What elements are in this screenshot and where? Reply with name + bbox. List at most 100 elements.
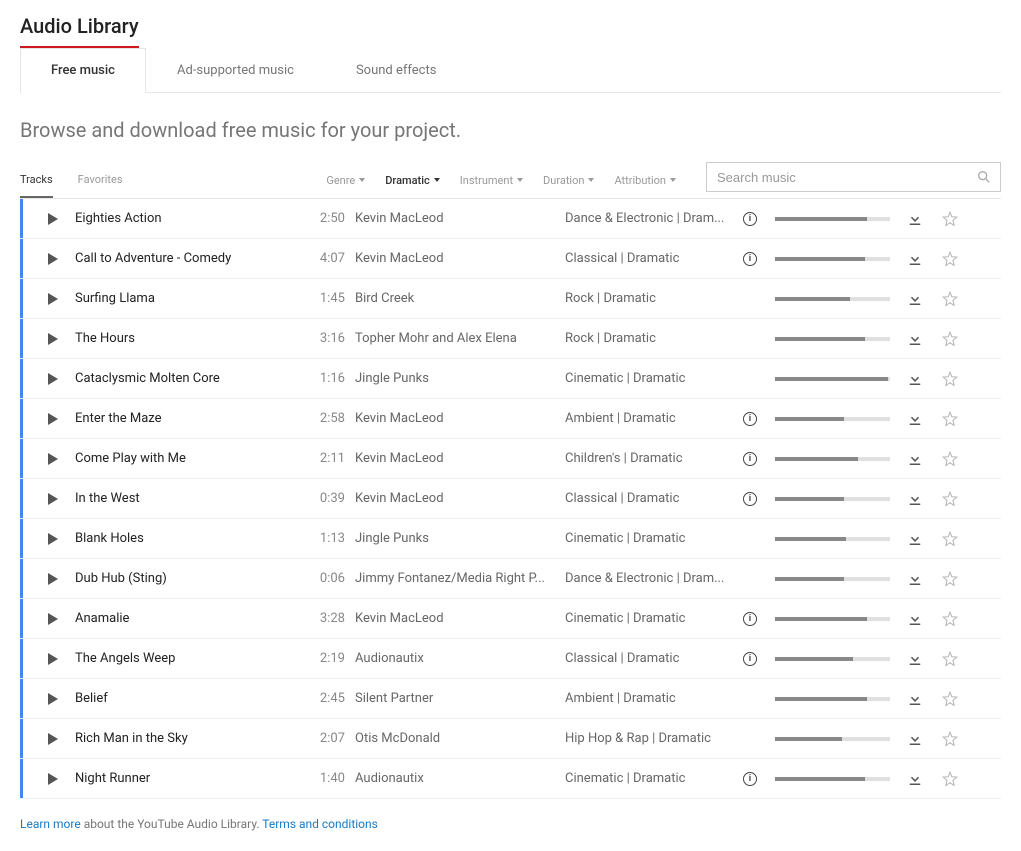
favorite-button[interactable] (935, 370, 965, 388)
track-artist: Topher Mohr and Alex Elena (355, 331, 565, 346)
favorite-button[interactable] (935, 530, 965, 548)
download-button[interactable] (895, 650, 935, 668)
play-icon (48, 653, 58, 665)
attribution-icon[interactable]: i (743, 412, 757, 426)
track-row: Surfing Llama1:45Bird CreekRock | Dramat… (20, 279, 1001, 319)
download-button[interactable] (895, 330, 935, 348)
attribution-dropdown[interactable]: Attribution (614, 164, 676, 197)
track-tags: Cinematic | Dramatic (565, 771, 735, 786)
play-button[interactable] (41, 293, 65, 305)
favorite-button[interactable] (935, 650, 965, 668)
play-button[interactable] (41, 213, 65, 225)
favorite-button[interactable] (935, 290, 965, 308)
tab-free-music[interactable]: Free music (20, 48, 146, 93)
download-button[interactable] (895, 290, 935, 308)
track-tags: Dance & Electronic | Dram... (565, 571, 735, 586)
download-button[interactable] (895, 610, 935, 628)
play-button[interactable] (41, 693, 65, 705)
track-artist: Kevin MacLeod (355, 211, 565, 226)
attribution-icon[interactable]: i (743, 252, 757, 266)
track-tags: Classical | Dramatic (565, 651, 735, 666)
download-button[interactable] (895, 690, 935, 708)
play-button[interactable] (41, 613, 65, 625)
favorite-button[interactable] (935, 210, 965, 228)
favorite-button[interactable] (935, 570, 965, 588)
download-button[interactable] (895, 770, 935, 788)
favorite-button[interactable] (935, 450, 965, 468)
favorite-button[interactable] (935, 490, 965, 508)
play-button[interactable] (41, 573, 65, 585)
popularity-bar (765, 617, 895, 621)
favorite-button[interactable] (935, 250, 965, 268)
download-button[interactable] (895, 530, 935, 548)
attribution-icon[interactable]: i (743, 452, 757, 466)
attribution-icon[interactable]: i (743, 652, 757, 666)
play-button[interactable] (41, 733, 65, 745)
play-button[interactable] (41, 253, 65, 265)
track-artist: Kevin MacLeod (355, 611, 565, 626)
favorite-button[interactable] (935, 410, 965, 428)
play-button[interactable] (41, 373, 65, 385)
track-title: Come Play with Me (65, 451, 305, 466)
row-accent (20, 519, 23, 558)
attribution-icon[interactable]: i (743, 212, 757, 226)
mood-label: Dramatic (385, 174, 430, 187)
play-button[interactable] (41, 413, 65, 425)
play-button[interactable] (41, 333, 65, 345)
favorite-button[interactable] (935, 610, 965, 628)
instrument-label: Instrument (460, 174, 513, 187)
play-button[interactable] (41, 493, 65, 505)
download-button[interactable] (895, 730, 935, 748)
filter-tab-favorites[interactable]: Favorites (78, 163, 123, 198)
download-button[interactable] (895, 450, 935, 468)
play-icon (48, 333, 58, 345)
search-input[interactable] (715, 169, 976, 186)
download-button[interactable] (895, 210, 935, 228)
instrument-dropdown[interactable]: Instrument (460, 164, 523, 197)
track-title: Surfing Llama (65, 291, 305, 306)
track-tags: Rock | Dramatic (565, 291, 735, 306)
genre-dropdown[interactable]: Genre (326, 164, 365, 197)
favorite-button[interactable] (935, 770, 965, 788)
popularity-bar (765, 217, 895, 221)
learn-more-link[interactable]: Learn more (20, 817, 81, 831)
tab-ad-supported[interactable]: Ad-supported music (146, 48, 325, 92)
attribution-icon[interactable]: i (743, 492, 757, 506)
tab-sound-effects[interactable]: Sound effects (325, 48, 467, 92)
footer: Learn more about the YouTube Audio Libra… (20, 817, 1001, 831)
track-duration: 1:16 (305, 371, 355, 386)
track-duration: 0:06 (305, 571, 355, 586)
download-button[interactable] (895, 250, 935, 268)
attribution-icon[interactable]: i (743, 772, 757, 786)
caret-down-icon (434, 178, 440, 182)
play-button[interactable] (41, 653, 65, 665)
track-artist: Bird Creek (355, 291, 565, 306)
play-button[interactable] (41, 773, 65, 785)
track-duration: 0:39 (305, 491, 355, 506)
favorite-button[interactable] (935, 330, 965, 348)
terms-link[interactable]: Terms and conditions (262, 817, 378, 831)
play-button[interactable] (41, 533, 65, 545)
popularity-bar (765, 297, 895, 301)
download-button[interactable] (895, 410, 935, 428)
duration-dropdown[interactable]: Duration (543, 164, 594, 197)
favorite-button[interactable] (935, 730, 965, 748)
track-duration: 3:28 (305, 611, 355, 626)
popularity-bar (765, 537, 895, 541)
track-row: Cataclysmic Molten Core1:16Jingle PunksC… (20, 359, 1001, 399)
download-button[interactable] (895, 570, 935, 588)
attribution-icon[interactable]: i (743, 612, 757, 626)
row-accent (20, 279, 23, 318)
download-button[interactable] (895, 490, 935, 508)
row-accent (20, 679, 23, 718)
search-icon[interactable] (976, 169, 992, 185)
download-button[interactable] (895, 370, 935, 388)
track-row: Rich Man in the Sky2:07Otis McDonaldHip … (20, 719, 1001, 759)
mood-dropdown[interactable]: Dramatic (385, 164, 440, 197)
filter-tab-tracks[interactable]: Tracks (20, 163, 53, 198)
play-icon (48, 373, 58, 385)
favorite-button[interactable] (935, 690, 965, 708)
track-tags: Cinematic | Dramatic (565, 371, 735, 386)
play-button[interactable] (41, 453, 65, 465)
row-accent (20, 639, 23, 678)
